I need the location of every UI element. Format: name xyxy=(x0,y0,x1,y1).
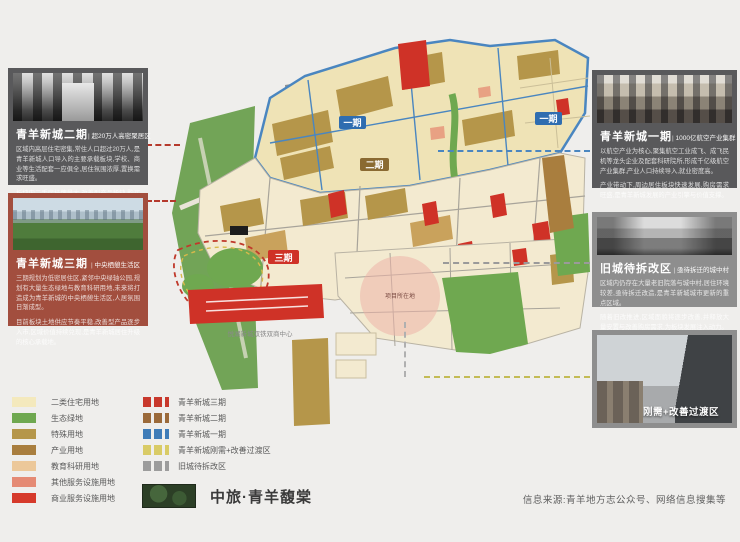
oldtown-title: 旧城待拆改区 xyxy=(600,263,672,275)
legend-zones: 青羊新城三期 青羊新城二期 青羊新城一期 青羊新城刚需+改善过渡区 旧城待拆改区 xyxy=(143,394,271,474)
phase3-paragraph: 三期规划为低密居住区,紧邻中央绿轴公园,规划有大量生态绿地与教育科研用地,未来将… xyxy=(16,275,140,312)
phase1-title: 青羊新城一期 xyxy=(600,131,672,143)
legend-swatch xyxy=(12,413,36,423)
legend-label: 特殊用地 xyxy=(51,429,83,439)
legend-swatch xyxy=(143,413,169,423)
phase1-label-a: 一期 xyxy=(343,117,361,128)
legend-label: 商业服务设施用地 xyxy=(51,493,115,503)
legend-swatch xyxy=(12,429,36,439)
map-center-caption: 悦湖新城双铁双商中心 xyxy=(228,329,294,338)
logo-text: 中旅·青羊馥棠 xyxy=(210,488,312,506)
legend-label: 二类住宅用地 xyxy=(51,397,99,407)
legend-label: 教育科研用地 xyxy=(51,461,99,471)
legend-row: 产业用地 xyxy=(12,442,115,458)
oldtown-description: 区域内仍存在大量老旧院落与城中村,居住环境较差,亟待拆迁改造,是青羊新城城市更新… xyxy=(600,279,729,333)
legend-row: 教育科研用地 xyxy=(12,458,115,474)
phase1-tag: 1000亿航空产业集群 xyxy=(672,132,736,142)
connector-transition-v xyxy=(404,322,406,377)
legend-swatch xyxy=(143,445,169,455)
phase3-photo xyxy=(13,198,143,250)
phase1-description: 以航空产业为核心,聚集航空工业成飞、成飞民机等龙头企业及配套科研院所,形成千亿级… xyxy=(600,147,729,201)
connector-oldtown xyxy=(443,262,590,264)
connector-transition xyxy=(424,376,590,378)
legend-row: 青羊新城刚需+改善过渡区 xyxy=(143,442,271,458)
phase1-label-b: 一期 xyxy=(539,113,557,124)
transition-photo: 青羊新城刚需+改善过渡区 xyxy=(597,335,732,423)
map-south-strip xyxy=(292,338,330,426)
legend-swatch xyxy=(12,493,36,503)
legend-label: 生态绿地 xyxy=(51,413,83,423)
legend-swatch xyxy=(143,429,169,439)
legend-row: 特殊用地 xyxy=(12,426,115,442)
logo-image xyxy=(142,484,196,508)
phase1-paragraph: 以航空产业为核心,聚集航空工业成飞、成飞民机等龙头企业及配套科研院所,形成千亿级… xyxy=(600,148,729,175)
legend-row: 青羊新城一期 xyxy=(143,426,271,442)
phase3-title: 青羊新城三期 xyxy=(16,258,88,270)
connector-phase1 xyxy=(438,150,590,152)
masterplan-poster: 悦湖新城双铁双商中心 项目所在地 一期 一期 二期 三期 青羊新城二期 | 超2… xyxy=(0,0,740,542)
legend-swatch xyxy=(143,397,169,407)
card-oldtown: 旧城待拆改区 亟待拆迁的城中村 区域内仍存在大量老旧院落与城中村,居住环境较差,… xyxy=(592,212,737,331)
phase2-label: 二期 xyxy=(365,159,383,170)
legend-row: 商业服务设施用地 xyxy=(12,490,115,506)
legend-land-use: 二类住宅用地 生态绿地 特殊用地 产业用地 教育科研用地 其他服务设施用地 商业… xyxy=(12,394,115,506)
connector-phase3 xyxy=(146,200,176,202)
svg-text:项目所在地: 项目所在地 xyxy=(385,292,415,300)
phase1-photo xyxy=(597,75,732,123)
legend-label: 产业用地 xyxy=(51,445,83,455)
legend-row: 青羊新城二期 xyxy=(143,410,271,426)
phase2-title: 青羊新城二期 xyxy=(16,129,88,141)
map-park-south xyxy=(442,272,528,354)
phase3-tag: 中央栖憩生活区 xyxy=(91,259,141,269)
card-phase2: 青羊新城二期 超20万人高密聚居区 区域内高层住宅密集,常住人口超过20万人,是… xyxy=(8,68,151,217)
map-project-site: 项目所在地 xyxy=(360,256,440,336)
card-phase1: 青羊新城一期 1000亿航空产业集群 以航空产业为核心,聚集航空工业成飞、成飞民… xyxy=(592,70,737,199)
legend-swatch xyxy=(12,477,36,487)
legend-swatch xyxy=(143,461,169,471)
legend-label: 青羊新城二期 xyxy=(178,413,226,423)
source-note: 信息来源:青羊地方志公众号、网络信息搜集等 xyxy=(522,495,726,506)
legend-label: 青羊新城刚需+改善过渡区 xyxy=(178,445,271,455)
connector-phase2 xyxy=(146,144,180,146)
phase2-paragraph: 区域内高层住宅密集,常住人口超过20万人,是青羊新城人口导入的主要承载板块,学校… xyxy=(16,146,140,183)
phase2-photo xyxy=(13,73,143,121)
phase2-tag: 超20万人高密聚居区 xyxy=(88,130,151,140)
legend-label: 青羊新城三期 xyxy=(178,397,226,407)
legend-row: 旧城待拆改区 xyxy=(143,458,271,474)
legend-row: 生态绿地 xyxy=(12,410,115,426)
legend-swatch xyxy=(12,397,36,407)
phase3-description: 三期规划为低密居住区,紧邻中央绿轴公园,规划有大量生态绿地与教育科研用地,未来将… xyxy=(16,274,140,347)
card-phase3: 青羊新城三期 中央栖憩生活区 三期规划为低密居住区,紧邻中央绿轴公园,规划有大量… xyxy=(8,193,148,346)
legend-row: 二类住宅用地 xyxy=(12,394,115,410)
legend-swatch xyxy=(12,445,36,455)
master-plan-map: 悦湖新城双铁双商中心 项目所在地 一期 一期 二期 三期 xyxy=(172,38,591,426)
oldtown-photo xyxy=(597,217,732,255)
legend-row: 其他服务设施用地 xyxy=(12,474,115,490)
phase1-paragraph: 产业带动下,周边居住板块快速发展,购房需求旺盛,是青羊新城发展的产业引擎与价值支… xyxy=(600,182,729,199)
legend-label: 其他服务设施用地 xyxy=(51,477,115,487)
oldtown-tag: 亟待拆迁的城中村 xyxy=(674,264,729,274)
transition-caption: 青羊新城刚需+改善过渡区 xyxy=(603,407,720,418)
oldtown-paragraph: 区域内仍存在大量老旧院落与城中村,居住环境较差,亟待拆迁改造,是青羊新城城市更新… xyxy=(600,280,729,307)
brand-logo: 中旅·青羊馥棠 xyxy=(142,484,312,508)
map-commercial-bar xyxy=(188,284,324,324)
legend-label: 旧城待拆改区 xyxy=(178,461,226,471)
legend-label: 青羊新城一期 xyxy=(178,429,226,439)
phase3-label: 三期 xyxy=(274,252,292,263)
phase3-paragraph: 目前板块土地供应节奏平稳,改善型产品逐步入市,区域价值持续兑现,是青羊新城居住升… xyxy=(16,319,140,346)
legend-swatch xyxy=(12,461,36,471)
legend-row: 青羊新城三期 xyxy=(143,394,271,410)
card-transition: 青羊新城刚需+改善过渡区 xyxy=(592,330,737,428)
